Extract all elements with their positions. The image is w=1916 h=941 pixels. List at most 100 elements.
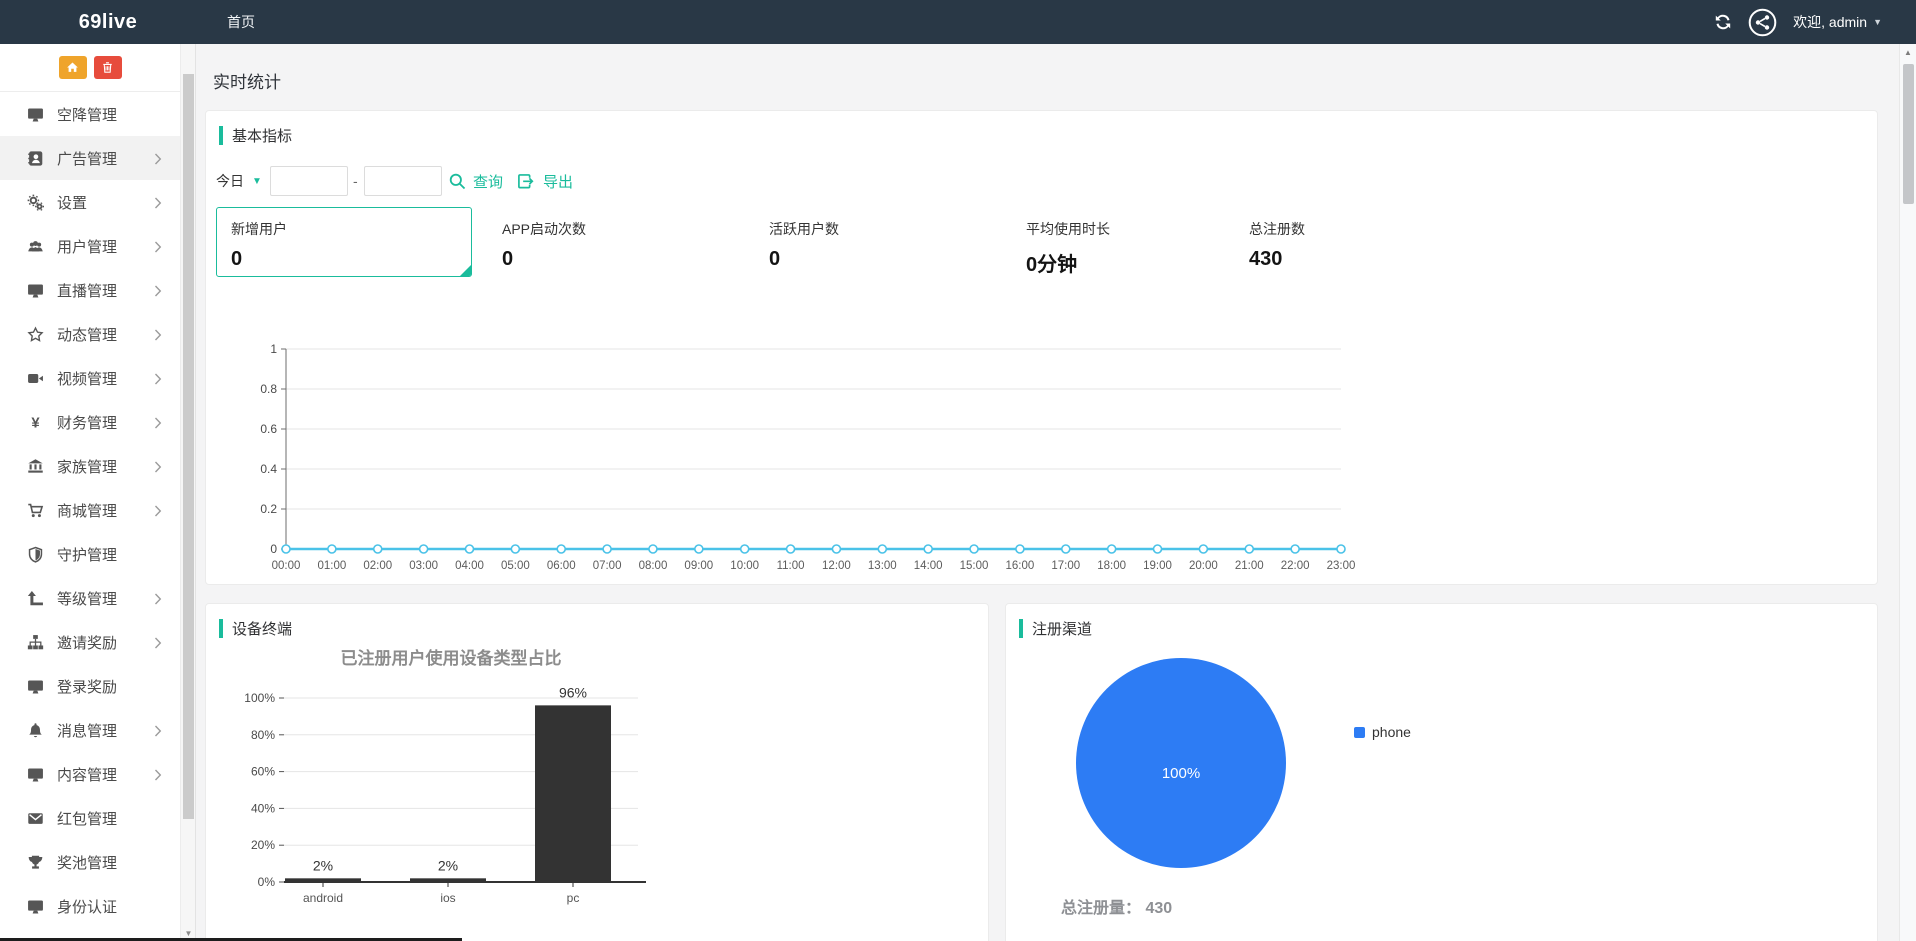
user-menu[interactable]: 欢迎, admin ▼ (1793, 12, 1882, 32)
svg-text:08:00: 08:00 (639, 560, 668, 572)
date-preset-select[interactable]: 今日 (216, 163, 244, 199)
app-logo[interactable]: 69live (58, 11, 158, 34)
svg-text:0.4: 0.4 (260, 462, 277, 476)
preset-caret-icon[interactable]: ▼ (252, 163, 262, 199)
section-accent-bar (1019, 619, 1023, 638)
cart-icon (26, 502, 45, 519)
svg-text:100%: 100% (244, 691, 275, 705)
export-button[interactable]: 导出 (543, 163, 573, 199)
stat-value: 0 (769, 248, 839, 271)
window-scrollbar-thumb[interactable] (1903, 64, 1914, 204)
sidebar-item-label: 广告管理 (57, 148, 117, 169)
sidebar-item-9[interactable]: 家族管理 (0, 444, 180, 488)
sidebar-item-15[interactable]: 消息管理 (0, 708, 180, 752)
stat-value: 430 (1249, 248, 1305, 271)
monitor-icon (26, 282, 45, 299)
stat-label: 平均使用时长 (1026, 219, 1110, 239)
sidebar-item-7[interactable]: 视频管理 (0, 356, 180, 400)
svg-text:17:00: 17:00 (1051, 560, 1080, 572)
svg-text:2%: 2% (438, 857, 458, 873)
sidebar-item-14[interactable]: 登录奖励 (0, 664, 180, 708)
sidebar-scrollbar[interactable]: ▼ (180, 44, 195, 941)
svg-text:2%: 2% (313, 857, 333, 873)
sitemap-icon (26, 634, 45, 651)
home-button[interactable] (59, 56, 87, 79)
svg-text:18:00: 18:00 (1097, 560, 1126, 572)
svg-text:android: android (303, 891, 343, 905)
avatar[interactable] (1748, 8, 1777, 37)
levelup-icon (26, 590, 45, 607)
window-scrollbar[interactable]: ▲ (1899, 44, 1916, 941)
yen-icon: ¥ (26, 414, 45, 431)
svg-text:01:00: 01:00 (317, 560, 346, 572)
sidebar-item-5[interactable]: 直播管理 (0, 268, 180, 312)
sidebar-item-label: 家族管理 (57, 456, 117, 477)
sidebar-item-label: 用户管理 (57, 236, 117, 257)
svg-text:04:00: 04:00 (455, 560, 484, 572)
chevron-right-icon (154, 725, 162, 737)
sidebar-item-1[interactable]: 空降管理 (0, 92, 180, 136)
sidebar-item-label: 内容管理 (57, 764, 117, 785)
sidebar-item-label: 身份认证 (57, 896, 117, 917)
sidebar-item-19[interactable]: 身份认证 (0, 884, 180, 928)
trash-button[interactable] (94, 56, 122, 79)
stats-row: 新增用户0APP启动次数0活跃用户数0平均使用时长0分钟总注册数430 (206, 207, 1877, 285)
sidebar-item-label: 奖池管理 (57, 852, 117, 873)
svg-text:100%: 100% (1162, 765, 1200, 782)
sidebar-item-10[interactable]: 商城管理 (0, 488, 180, 532)
device-bar-chart: 0%20%40%60%80%100%2%android2%ios96%pc (216, 684, 706, 924)
svg-text:60%: 60% (251, 765, 275, 779)
trophy-icon (26, 854, 45, 871)
legend-swatch (1354, 727, 1365, 738)
star-icon (26, 326, 45, 343)
sidebar-item-label: 空降管理 (57, 104, 117, 125)
sidebar-item-17[interactable]: 红包管理 (0, 796, 180, 840)
svg-text:pc: pc (567, 891, 580, 905)
sidebar-item-2[interactable]: 广告管理 (0, 136, 180, 180)
sidebar-item-label: 设置 (57, 192, 87, 213)
svg-text:96%: 96% (559, 684, 587, 700)
sidebar-item-3[interactable]: 设置 (0, 180, 180, 224)
search-icon[interactable] (448, 163, 467, 199)
stat-card-4: 平均使用时长0分钟 (1026, 207, 1110, 277)
section-accent-bar (219, 126, 223, 145)
sidebar-scrollbar-thumb[interactable] (183, 74, 194, 819)
sidebar-item-13[interactable]: 邀请奖励 (0, 620, 180, 664)
date-range-separator: - (353, 163, 358, 199)
sidebar-item-18[interactable]: 奖池管理 (0, 840, 180, 884)
date-from-input[interactable] (270, 166, 348, 196)
sidebar-item-8[interactable]: ¥财务管理 (0, 400, 180, 444)
export-icon[interactable] (516, 163, 535, 199)
svg-text:12:00: 12:00 (822, 560, 851, 572)
register-channel-card: 注册渠道 100% phone 总注册量： 430 (1005, 603, 1878, 941)
svg-text:10:00: 10:00 (730, 560, 759, 572)
svg-text:80%: 80% (251, 728, 275, 742)
device-terminal-header: 设备终端 (232, 618, 292, 639)
svg-text:02:00: 02:00 (363, 560, 392, 572)
svg-text:23:00: 23:00 (1327, 560, 1356, 572)
sidebar-item-12[interactable]: 等级管理 (0, 576, 180, 620)
sidebar-item-16[interactable]: 内容管理 (0, 752, 180, 796)
monitor-icon (26, 766, 45, 783)
gears-icon (26, 194, 45, 211)
sidebar-item-4[interactable]: 用户管理 (0, 224, 180, 268)
svg-text:40%: 40% (251, 801, 275, 815)
query-button[interactable]: 查询 (473, 163, 503, 199)
sidebar-item-6[interactable]: 动态管理 (0, 312, 180, 356)
chevron-right-icon (154, 505, 162, 517)
sidebar-item-11[interactable]: 守护管理 (0, 532, 180, 576)
bell-icon (26, 722, 45, 739)
scroll-down-icon[interactable]: ▼ (181, 929, 196, 938)
monitor-icon (26, 898, 45, 915)
nav-item-home[interactable]: 首页 (227, 12, 255, 32)
sidebar-item-label: 视频管理 (57, 368, 117, 389)
stat-card-1[interactable]: 新增用户0 (216, 207, 472, 277)
scroll-up-icon[interactable]: ▲ (1900, 48, 1916, 57)
chevron-right-icon (154, 593, 162, 605)
stat-label: 总注册数 (1249, 219, 1305, 239)
svg-text:0: 0 (270, 542, 277, 556)
date-to-input[interactable] (364, 166, 442, 196)
stat-card-3: 活跃用户数0 (769, 207, 839, 271)
refresh-icon[interactable] (1714, 13, 1732, 31)
legend-item-phone[interactable]: phone (1354, 724, 1411, 740)
